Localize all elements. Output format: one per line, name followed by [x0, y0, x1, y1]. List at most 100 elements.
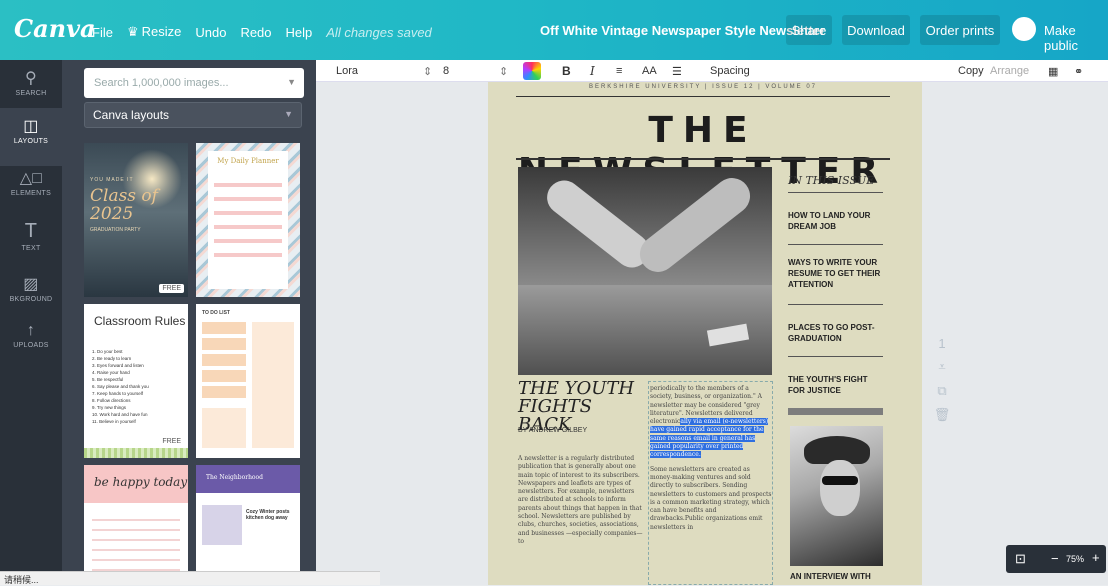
template-sub: Cozy Winter posts kitchen dog away [246, 509, 290, 521]
template-title: be happy today [94, 475, 188, 489]
article-body-right[interactable]: periodically to the members of a society… [650, 385, 772, 532]
rule-item: 7. Keep hands to yourself [92, 391, 144, 396]
font-family-select[interactable]: Lora [336, 65, 358, 77]
divider [516, 96, 890, 97]
file-menu[interactable]: File [92, 25, 113, 40]
chevron-down-icon[interactable]: ▼ [287, 77, 296, 87]
sidebar-label: ELEMENTS [10, 190, 52, 197]
arrange-button[interactable]: Arrange [990, 65, 1029, 77]
sidebar-label: BKGROUND [9, 296, 53, 303]
template-thumb-neighborhood[interactable]: The Neighborhood Cozy Winter posts kitch… [196, 465, 300, 585]
list-icon[interactable]: ☰ [672, 65, 682, 78]
image-search-input[interactable]: Search 1,000,000 images... ▼ [84, 68, 304, 98]
rule-item: 10. Work hard and have fun [92, 412, 148, 417]
page-tools: 1 ⩡ ⧉ 🗑 [930, 336, 954, 423]
undo-button[interactable]: Undo [195, 25, 226, 40]
template-title: Class of 2025 [90, 186, 158, 224]
zoom-out-button[interactable]: − [1051, 551, 1059, 566]
zoom-control: ⊡ − 75% + [1006, 545, 1106, 573]
article-headline[interactable]: THE YOUTH FIGHTS BACK [518, 380, 646, 434]
bold-button[interactable]: B [562, 64, 571, 78]
uppercase-button[interactable]: AA [642, 65, 657, 77]
crown-icon: ♛ [126, 24, 139, 39]
divider [788, 356, 883, 357]
duplicate-page-icon[interactable]: ⧉ [930, 383, 954, 399]
sidebar-label: SEARCH [15, 90, 47, 97]
redo-button[interactable]: Redo [240, 25, 271, 40]
link-icon[interactable]: ⚭ [1074, 65, 1083, 78]
toc-title[interactable]: IN THIS ISSUE [788, 174, 874, 187]
sidebar-item-elements[interactable]: △□ ELEMENTS [0, 160, 62, 218]
rule-item: 6. Say please and thank you [92, 384, 149, 389]
align-left-icon[interactable]: ≡ [616, 65, 622, 77]
sidebar-item-text[interactable]: T TEXT [0, 212, 62, 270]
divider [788, 304, 883, 305]
template-thumb-classroom-rules[interactable]: Classroom Rules 1. Do your best 2. Be re… [84, 304, 188, 458]
toc-item[interactable]: WAYS TO WRITE YOUR RESUME TO GET THEIR A… [788, 257, 884, 290]
help-menu[interactable]: Help [286, 25, 313, 40]
template-thumb-be-happy-today[interactable]: be happy today [84, 465, 188, 585]
newsletter-page[interactable]: BERKSHIRE UNIVERSITY | ISSUE 12 | VOLUME… [488, 82, 922, 585]
make-public-toggle[interactable] [1012, 17, 1036, 41]
divider [516, 158, 890, 160]
rules-list: 1. Do your best 2. Be ready to learn 3. … [92, 348, 182, 425]
template-title: My Daily Planner [217, 157, 279, 165]
layouts-select-value: Canva layouts [93, 108, 170, 122]
italic-button[interactable]: I [590, 64, 595, 78]
rule-item: 4. Raise your hand [92, 370, 130, 375]
divider [788, 192, 883, 193]
zoom-level[interactable]: 75% [1066, 554, 1084, 564]
planner-rows [214, 173, 282, 263]
text-color-button[interactable] [523, 62, 541, 80]
template-sub: GRADUATION PARTY [90, 227, 141, 233]
template-thumb-daily-planner[interactable]: My Daily Planner [196, 143, 300, 297]
toc-item[interactable]: HOW TO LAND YOUR DREAM JOB [788, 210, 884, 232]
rule-item: 11. Believe in yourself [92, 419, 136, 424]
article-byline[interactable]: BY ANDREW GILBEY [518, 427, 587, 434]
portrait-caption[interactable]: AN INTERVIEW WITH [790, 572, 871, 581]
stepper-arrows-icon[interactable]: ⇕ [499, 65, 508, 78]
move-down-icon[interactable]: ⩡ [930, 359, 954, 375]
download-button[interactable]: Download [842, 15, 910, 45]
sidebar-item-layouts[interactable]: ◫ LAYOUTS [0, 108, 62, 166]
grass-border [84, 448, 188, 458]
design-canvas: BERKSHIRE UNIVERSITY | ISSUE 12 | VOLUME… [316, 82, 1108, 585]
template-kicker: YOU MADE IT [90, 177, 134, 183]
save-status: All changes saved [326, 24, 432, 40]
grey-bar [788, 408, 883, 415]
thumb-image [202, 505, 242, 545]
toc-item[interactable]: PLACES TO GO POST-GRADUATION [788, 322, 884, 344]
document-title[interactable]: Off White Vintage Newspaper Style Newsle… [540, 23, 825, 38]
toc-item[interactable]: THE YOUTH'S FIGHT FOR JUSTICE [788, 374, 884, 396]
stepper-arrows-icon[interactable]: ⇕ [423, 65, 432, 78]
delete-page-icon[interactable]: 🗑 [930, 407, 954, 423]
template-title: Classroom Rules [94, 314, 186, 328]
share-button[interactable]: Share [786, 15, 832, 45]
font-size-input[interactable]: 8 [443, 65, 449, 77]
copy-button[interactable]: Copy [958, 65, 984, 77]
layouts-select[interactable]: Canva layouts ▼ [84, 102, 302, 128]
present-icon[interactable]: ⊡ [1015, 551, 1026, 567]
left-sidebar: ⚲ SEARCH ◫ LAYOUTS △□ ELEMENTS T TEXT ▨ … [0, 60, 62, 585]
template-title: The Neighborhood [206, 474, 263, 481]
make-public-label[interactable]: Make public [1044, 23, 1108, 53]
transparency-icon[interactable]: ▦ [1048, 65, 1058, 78]
arm-wrestling-photo[interactable] [518, 167, 772, 375]
body-text: Some newsletters are created as money-ma… [650, 465, 772, 531]
sidebar-item-uploads[interactable]: ↑ UPLOADS [0, 314, 62, 372]
template-thumb-class-of-2025[interactable]: YOU MADE IT Class of 2025 GRADUATION PAR… [84, 143, 188, 297]
spacing-button[interactable]: Spacing [710, 65, 750, 77]
resize-menu[interactable]: ♛ Resize [127, 24, 181, 40]
portrait-photo[interactable] [790, 426, 883, 566]
template-thumb-todo-list[interactable]: TO DO LIST [196, 304, 300, 458]
shapes-icon: △□ [19, 170, 43, 187]
rule-item: 2. Be ready to learn [92, 356, 132, 361]
issue-line[interactable]: BERKSHIRE UNIVERSITY | ISSUE 12 | VOLUME… [516, 84, 890, 90]
canva-logo[interactable]: Canva [14, 14, 96, 43]
layouts-panel: Search 1,000,000 images... ▼ Canva layou… [62, 60, 316, 585]
order-prints-button[interactable]: Order prints [920, 15, 1000, 45]
zoom-in-button[interactable]: + [1092, 550, 1100, 565]
todo-block [202, 322, 246, 402]
article-body-left[interactable]: A newsletter is a regularly distributed … [518, 455, 646, 546]
upload-icon: ↑ [26, 322, 36, 339]
